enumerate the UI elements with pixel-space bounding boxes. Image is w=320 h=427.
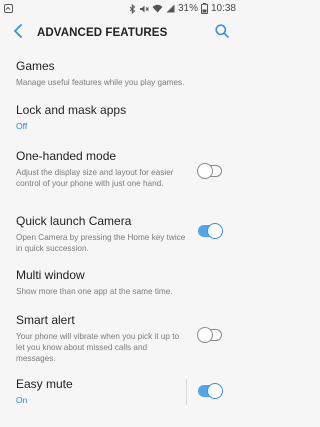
quick-launch-camera-toggle[interactable]: [197, 223, 223, 239]
list-item-text: One-handed mode Adjust the display size …: [16, 149, 188, 189]
vertical-divider: [186, 379, 187, 405]
status-bar: 31% 10:38: [0, 0, 240, 17]
list-item-text: Smart alert Your phone will vibrate when…: [16, 313, 188, 364]
toggle-thumb: [207, 223, 223, 239]
list-item-games[interactable]: Games Manage useful features while you p…: [0, 59, 240, 93]
item-title: Lock and mask apps: [16, 103, 127, 117]
item-value: Off: [16, 121, 28, 131]
list-item-lock-and-mask-apps[interactable]: Lock and mask apps Off: [0, 103, 240, 133]
toggle-thumb: [197, 163, 213, 179]
smart-alert-toggle[interactable]: [197, 327, 223, 343]
item-description: Adjust the display size and layout for e…: [16, 168, 174, 188]
arrow-left-icon: [13, 23, 23, 43]
list-item-smart-alert[interactable]: Smart alert Your phone will vibrate when…: [0, 313, 240, 363]
item-title: Quick launch Camera: [16, 214, 132, 228]
item-description: Show more than one app at the same time.: [16, 287, 173, 296]
item-title: Games: [16, 59, 55, 73]
list-item-multi-window[interactable]: Multi window Show more than one app at t…: [0, 268, 240, 298]
toggle-thumb: [197, 327, 213, 343]
easy-mute-toggle[interactable]: [197, 383, 223, 399]
item-description: Your phone will vibrate when you pick it…: [16, 332, 180, 363]
magnifier-icon: [215, 23, 229, 43]
list-item-text: Quick launch Camera Open Camera by press…: [16, 214, 188, 254]
status-left: [4, 4, 13, 13]
list-item-text: Lock and mask apps Off: [16, 103, 188, 132]
list-item-one-handed-mode[interactable]: One-handed mode Adjust the display size …: [0, 149, 240, 199]
mute-icon: [139, 4, 149, 14]
app-bar: ADVANCED FEATURES: [0, 17, 240, 49]
list-item-quick-launch-camera[interactable]: Quick launch Camera Open Camera by press…: [0, 214, 240, 256]
signal-icon: [166, 4, 175, 13]
notification-icon: [4, 4, 13, 13]
clock: 10:38: [210, 3, 236, 14]
list-item-easy-mute[interactable]: Easy mute On: [0, 377, 240, 409]
item-title: One-handed mode: [16, 149, 117, 163]
battery-percent: 31%: [177, 3, 198, 14]
wifi-icon: [152, 4, 163, 13]
status-right: 31% 10:38: [129, 3, 236, 14]
one-handed-mode-toggle[interactable]: [197, 163, 223, 179]
list-item-text: Multi window Show more than one app at t…: [16, 268, 231, 297]
list-item-text: Games Manage useful features while you p…: [16, 59, 231, 88]
item-value: On: [16, 395, 28, 405]
item-description: Manage useful features while you play ga…: [16, 78, 185, 87]
item-description: Open Camera by pressing the Home key twi…: [16, 233, 186, 253]
page-title: ADVANCED FEATURES: [37, 27, 168, 39]
item-title: Smart alert: [16, 313, 75, 327]
list-item-text: Easy mute On: [16, 377, 188, 406]
search-button[interactable]: [210, 21, 234, 45]
item-title: Easy mute: [16, 377, 73, 391]
battery-icon: [200, 3, 208, 14]
bluetooth-icon: [129, 3, 136, 14]
item-title: Multi window: [16, 268, 85, 282]
back-button[interactable]: [3, 17, 33, 49]
toggle-thumb: [207, 383, 223, 399]
